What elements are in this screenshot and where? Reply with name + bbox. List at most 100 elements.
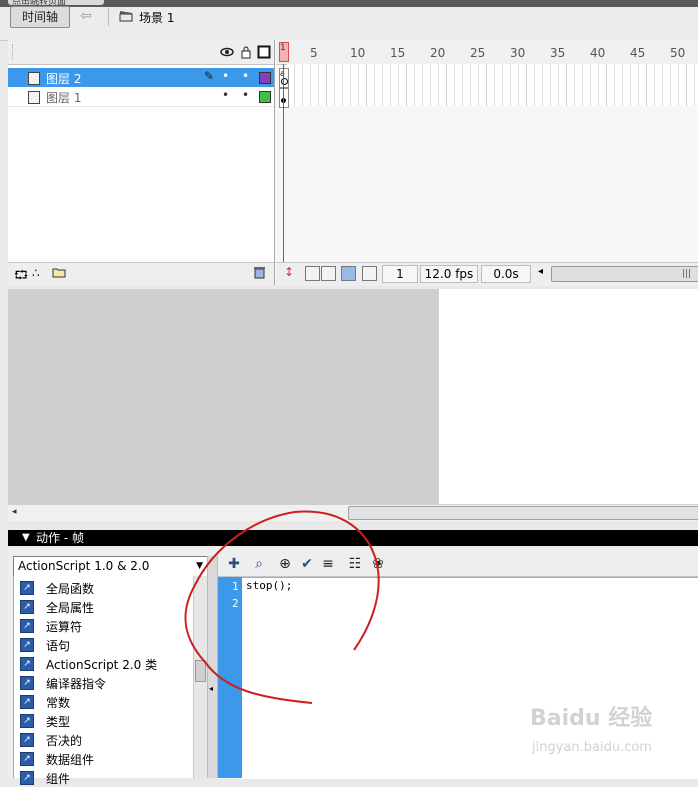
layers-footer — [8, 262, 274, 286]
frame-rate-field[interactable]: 12.0 fps — [420, 265, 478, 283]
ruler-tick: 15 — [390, 46, 406, 60]
scene-label[interactable]: 场景 1 — [139, 9, 174, 26]
current-frame-field: 1 — [382, 265, 418, 283]
script-version-value: ActionScript 1.0 & 2.0 — [18, 559, 150, 573]
timeline-tab-button[interactable]: 时间轴 — [10, 6, 70, 28]
layer-row[interactable]: 图层 2 ✎ • • — [8, 68, 274, 87]
check-syntax-icon[interactable]: ✔ — [299, 556, 315, 572]
list-item[interactable]: ↗ ActionScript 2.0 类 — [14, 654, 194, 673]
center-frame-icon[interactable]: ↕ — [284, 265, 294, 279]
list-item[interactable]: ↗ 常数 — [14, 692, 194, 711]
script-version-select[interactable]: ActionScript 1.0 & 2.0 ▼ — [13, 556, 208, 577]
lock-dot[interactable]: • — [242, 88, 249, 102]
collapse-triangle-icon[interactable]: ▼ — [22, 530, 30, 546]
ruler-tick: 30 — [510, 46, 526, 60]
list-item[interactable]: ↗ 数据组件 — [14, 749, 194, 768]
collapse-arrow-icon[interactable]: ◂ — [209, 684, 213, 693]
code-hint-icon[interactable]: ☷ — [347, 556, 363, 572]
playhead-frame-number: 1 — [280, 43, 286, 53]
insert-layer-icon[interactable]: ⮔ — [14, 266, 28, 287]
find-icon[interactable]: ⌕ — [251, 556, 267, 572]
timeline-toolbar — [0, 7, 698, 41]
window-title-bar — [0, 0, 698, 7]
list-item[interactable]: ↗ 否决的 — [14, 730, 194, 749]
book-icon: ↗ — [20, 752, 34, 766]
insert-folder-icon[interactable] — [52, 266, 66, 281]
stage-scroll-thumb[interactable] — [348, 506, 698, 520]
timeline-scrollbar[interactable]: ||| — [551, 266, 698, 282]
clapperboard-icon — [119, 11, 133, 22]
list-item[interactable]: ↗ 全局函数 — [14, 578, 194, 597]
lock-dot[interactable]: • — [242, 69, 249, 83]
ruler-tick: 5 — [310, 46, 318, 60]
list-item[interactable]: ↗ 编译器指令 — [14, 673, 194, 692]
book-icon: ↗ — [20, 657, 34, 671]
modify-onion-markers-icon[interactable] — [362, 266, 377, 281]
book-icon: ↗ — [20, 619, 34, 633]
list-item-label: ActionScript 2.0 类 — [46, 658, 158, 672]
keyframe-action[interactable]: a — [279, 68, 289, 88]
scroll-left-icon[interactable]: ◂ — [538, 266, 543, 277]
pasteboard[interactable] — [8, 289, 439, 504]
eye-icon[interactable] — [220, 45, 234, 59]
drag-handle[interactable] — [12, 44, 17, 60]
list-item[interactable]: ↗ 语句 — [14, 635, 194, 654]
book-icon: ↗ — [20, 600, 34, 614]
ruler-tick: 10 — [350, 46, 366, 60]
debug-options-icon[interactable]: ❀ — [370, 556, 386, 572]
chevron-down-icon: ▼ — [196, 561, 203, 571]
toolbar-separator — [108, 8, 109, 26]
list-item[interactable]: ↗ 类型 — [14, 711, 194, 730]
list-item-label: 运算符 — [46, 620, 83, 634]
watermark-site: jingyan.baidu.com — [532, 740, 652, 755]
layer-name[interactable]: 图层 2 — [46, 70, 81, 87]
onion-skin-outlines-icon[interactable] — [321, 266, 336, 281]
target-path-icon[interactable]: ⊕ — [277, 556, 293, 572]
trash-icon[interactable] — [253, 266, 266, 282]
list-item-label: 编译器指令 — [46, 677, 107, 691]
book-icon: ↗ — [20, 714, 34, 728]
code-line[interactable]: stop(); — [246, 579, 292, 592]
playhead[interactable]: 1 — [279, 42, 289, 62]
visibility-dot[interactable]: • — [222, 69, 229, 83]
book-icon: ↗ — [20, 581, 34, 595]
book-icon: ↗ — [20, 695, 34, 709]
onion-skin-icon[interactable] — [305, 266, 320, 281]
stage[interactable] — [439, 289, 698, 504]
watermark: Baidu 经验 jingyan.baidu.com — [530, 700, 690, 770]
playhead-line — [283, 64, 284, 264]
frame-ruler[interactable]: 1 5 10 15 20 25 30 35 40 45 50 — [276, 40, 698, 65]
list-item-label: 否决的 — [46, 734, 83, 748]
outline-icon[interactable] — [257, 45, 271, 59]
elapsed-time-field: 0.0s — [481, 265, 531, 283]
layer-row[interactable]: 图层 1 • • — [8, 87, 274, 107]
auto-format-icon[interactable]: ≡ — [320, 556, 336, 572]
scroll-left-arrow-icon[interactable]: ◂ — [12, 507, 17, 517]
layer-color-swatch[interactable] — [259, 91, 271, 103]
line-number: 2 — [232, 597, 239, 610]
edit-multiple-frames-icon[interactable] — [341, 266, 356, 281]
back-arrow-icon[interactable]: ⇦ — [80, 9, 98, 23]
book-icon: ↗ — [20, 733, 34, 747]
visibility-dot[interactable]: • — [222, 88, 229, 102]
actions-panel-title: 动作 - 帧 — [36, 531, 84, 545]
ruler-tick: 40 — [590, 46, 606, 60]
toolbox-scroll-thumb[interactable] — [195, 660, 206, 682]
list-item-label: 数据组件 — [46, 753, 95, 767]
document-tab[interactable]: 点击跳转页面 — [8, 0, 104, 5]
actions-panel-header[interactable]: ▼ 动作 - 帧 — [8, 530, 698, 546]
panel-splitter[interactable]: ◂ — [207, 556, 218, 778]
book-icon: ↗ — [20, 771, 34, 785]
add-motion-guide-icon[interactable]: ∴ — [32, 266, 40, 280]
keyframe[interactable] — [279, 88, 289, 108]
line-number: 1 — [232, 580, 239, 593]
add-statement-icon[interactable]: ✚ — [226, 556, 242, 572]
lock-icon[interactable] — [239, 45, 253, 59]
ruler-tick: 25 — [470, 46, 486, 60]
layer-name[interactable]: 图层 1 — [46, 89, 81, 106]
list-item[interactable]: ↗ 运算符 — [14, 616, 194, 635]
line-number-gutter: 1 2 — [218, 577, 242, 778]
layer-color-swatch[interactable] — [259, 72, 271, 84]
list-item[interactable]: ↗ 全局属性 — [14, 597, 194, 616]
layer-icon — [28, 91, 40, 104]
